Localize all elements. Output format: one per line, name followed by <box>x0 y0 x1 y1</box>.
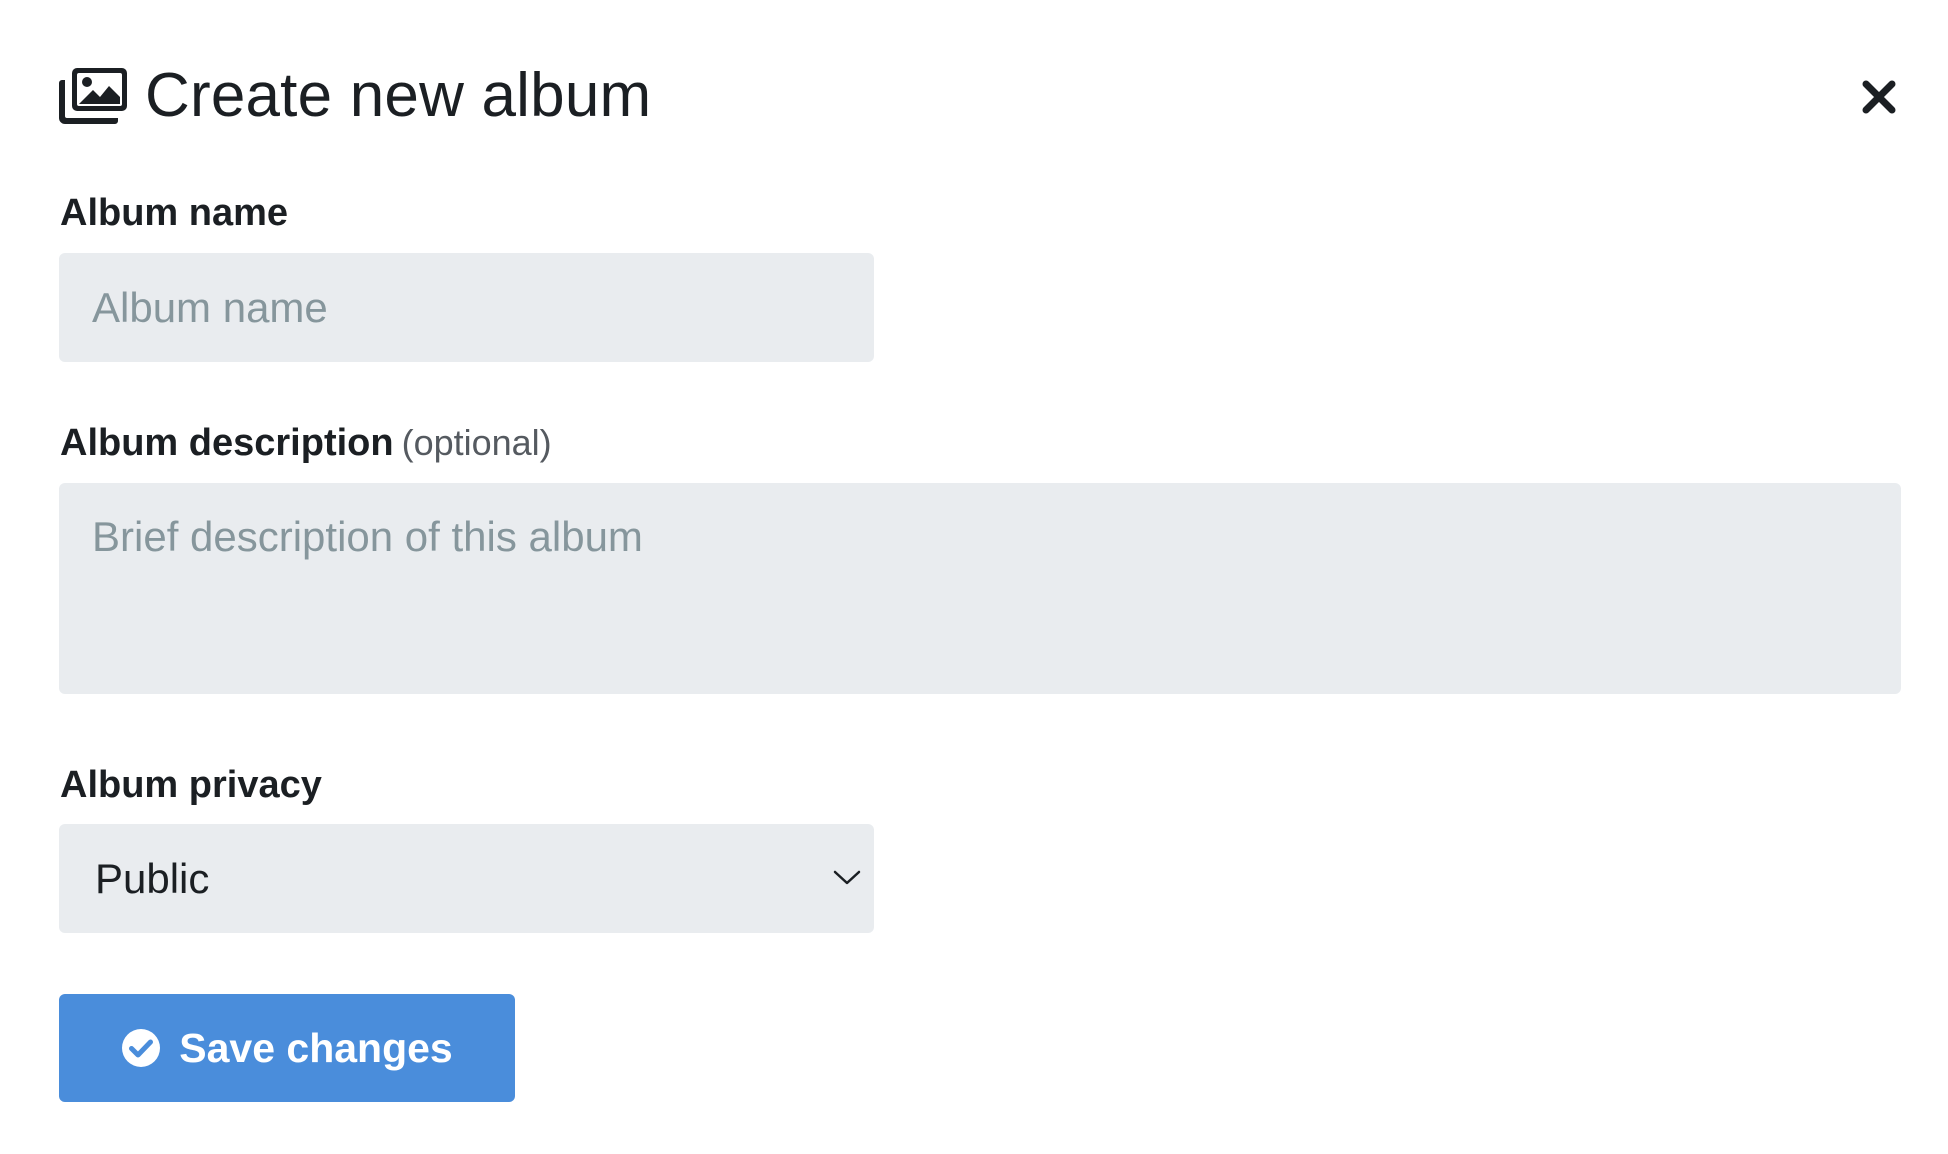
album-name-input[interactable] <box>59 253 874 362</box>
dialog-title: Create new album <box>145 60 652 130</box>
dialog-header: Create new album <box>59 60 651 130</box>
album-privacy-selected-value: Public <box>95 854 210 902</box>
check-circle-icon <box>122 1029 161 1067</box>
images-icon <box>59 68 127 124</box>
close-icon[interactable] <box>1860 78 1898 116</box>
album-description-textarea[interactable] <box>59 483 1901 694</box>
optional-note: (optional) <box>401 422 552 463</box>
album-description-label: Album description <box>60 422 394 464</box>
album-description-label-row: Album description (optional) <box>60 422 552 465</box>
chevron-down-icon <box>833 870 861 885</box>
album-privacy-label: Album privacy <box>60 764 322 806</box>
album-name-label: Album name <box>60 192 289 234</box>
save-changes-button[interactable]: Save changes <box>59 994 515 1102</box>
album-privacy-select[interactable]: Public <box>59 824 874 933</box>
create-album-dialog: Create new album Album name Album descri… <box>0 0 1948 1154</box>
save-changes-label: Save changes <box>179 1024 453 1071</box>
